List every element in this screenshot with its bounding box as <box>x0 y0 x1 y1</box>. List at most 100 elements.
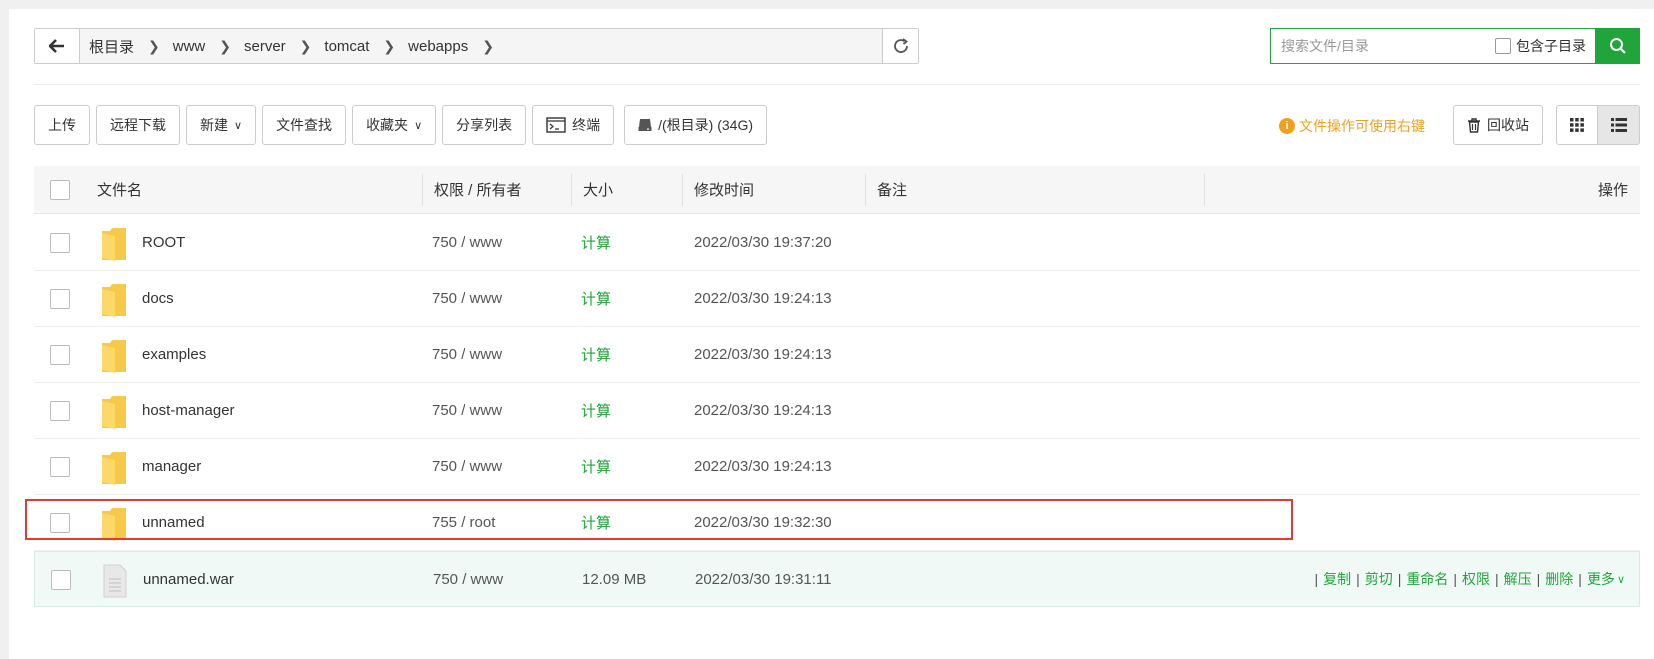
file-size-calc[interactable]: 计算 <box>581 271 611 326</box>
separator: | <box>1314 571 1319 587</box>
breadcrumb-item[interactable]: tomcat <box>324 38 369 55</box>
file-mtime: 2022/03/30 19:37:20 <box>694 234 832 251</box>
file-search-button[interactable]: 文件查找 <box>262 105 347 145</box>
file-name[interactable]: manager <box>142 439 201 494</box>
remote-download-button[interactable]: 远程下载 <box>96 105 180 145</box>
file-name[interactable]: host-manager <box>142 383 235 438</box>
file-mtime: 2022/03/30 19:24:13 <box>694 402 832 419</box>
file-name[interactable]: docs <box>142 271 174 326</box>
refresh-button[interactable] <box>882 29 918 63</box>
separator: | <box>1536 571 1541 587</box>
arrow-left-icon <box>49 39 64 53</box>
row-operations: | 复制 | 剪切 | 重命名 | 权限 | 解压 | 删除 | 更多 ∨ <box>1309 552 1625 606</box>
list-view-button[interactable] <box>1598 105 1640 145</box>
breadcrumb-item[interactable]: webapps <box>408 38 468 55</box>
table-header: 文件名 权限 / 所有者 大小 修改时间 备注 操作 <box>34 166 1640 214</box>
grid-view-button[interactable] <box>1556 105 1598 145</box>
table-row[interactable]: ROOT 750 / www 计算 2022/03/30 19:37:20 <box>34 215 1640 271</box>
row-checkbox[interactable] <box>50 289 70 309</box>
file-size-calc[interactable]: 计算 <box>581 215 611 270</box>
copy-link[interactable]: 复制 <box>1323 569 1351 589</box>
delete-link[interactable]: 删除 <box>1545 569 1573 589</box>
file-search-label: 文件查找 <box>276 117 333 133</box>
new-dropdown-button[interactable]: 新建 ∨ <box>186 105 257 145</box>
favorites-dropdown-button[interactable]: 收藏夹 ∨ <box>352 105 437 145</box>
recycle-label: 回收站 <box>1487 117 1529 133</box>
header-perm[interactable]: 权限 / 所有者 <box>434 166 522 213</box>
column-divider <box>571 174 572 206</box>
breadcrumb-item[interactable]: www <box>173 38 206 55</box>
checkbox[interactable] <box>1495 38 1511 54</box>
extract-link[interactable]: 解压 <box>1504 569 1532 589</box>
select-all-checkbox[interactable] <box>50 180 70 200</box>
recycle-bin-button[interactable]: 回收站 <box>1453 105 1543 145</box>
include-subdir-checkbox[interactable]: 包含子目录 <box>1495 36 1586 56</box>
row-checkbox[interactable] <box>50 457 70 477</box>
upload-button[interactable]: 上传 <box>34 105 90 145</box>
search-button[interactable] <box>1595 28 1640 64</box>
row-checkbox[interactable] <box>50 401 70 421</box>
separator: | <box>1397 571 1402 587</box>
search-box: 包含子目录 <box>1270 28 1640 64</box>
file-name[interactable]: examples <box>142 327 206 382</box>
folder-icon <box>102 396 126 429</box>
terminal-button[interactable]: 终端 <box>532 105 615 145</box>
permission-link[interactable]: 权限 <box>1462 569 1490 589</box>
rename-link[interactable]: 重命名 <box>1406 569 1448 589</box>
chevron-right-icon: ❯ <box>299 37 312 54</box>
header-ops: 操作 <box>1597 182 1628 199</box>
file-permission[interactable]: 750 / www <box>432 215 502 270</box>
row-checkbox[interactable] <box>50 233 70 253</box>
address-bar: 根目录 ❯ www ❯ server ❯ tomcat ❯ webapps ❯ <box>34 28 919 64</box>
file-permission[interactable]: 750 / www <box>432 439 502 494</box>
trash-icon <box>1468 117 1480 133</box>
terminal-icon <box>546 117 566 133</box>
table-row[interactable]: manager 750 / www 计算 2022/03/30 19:24:13 <box>34 439 1640 495</box>
list-icon <box>1610 118 1627 132</box>
breadcrumb-item[interactable]: 根目录 <box>89 36 134 57</box>
tip-text: 文件操作可使用右键 <box>1299 118 1425 134</box>
table-row[interactable]: unnamed.war 750 / www 12.09 MB 2022/03/3… <box>34 551 1640 607</box>
table-row[interactable]: host-manager 750 / www 计算 2022/03/30 19:… <box>34 383 1640 439</box>
folder-icon <box>102 452 126 485</box>
row-checkbox[interactable] <box>51 570 71 590</box>
search-input[interactable] <box>1271 37 1493 55</box>
column-divider <box>865 174 866 206</box>
header-size[interactable]: 大小 <box>583 166 613 213</box>
table-row[interactable]: examples 750 / www 计算 2022/03/30 19:24:1… <box>34 327 1640 383</box>
file-permission[interactable]: 750 / www <box>432 271 502 326</box>
disk-icon <box>638 119 652 131</box>
new-label: 新建 <box>200 117 228 133</box>
file-permission[interactable]: 750 / www <box>433 552 503 606</box>
separator: | <box>1578 571 1582 587</box>
header-mtime[interactable]: 修改时间 <box>694 166 754 213</box>
file-name[interactable]: ROOT <box>142 215 185 270</box>
cut-link[interactable]: 剪切 <box>1365 569 1393 589</box>
separator: | <box>1356 571 1360 587</box>
header-name[interactable]: 文件名 <box>97 166 142 213</box>
folder-icon <box>102 228 126 261</box>
file-permission[interactable]: 750 / www <box>432 383 502 438</box>
upload-label: 上传 <box>48 117 76 133</box>
row-checkbox[interactable] <box>50 345 70 365</box>
file-permission[interactable]: 750 / www <box>432 327 502 382</box>
include-subdir-label: 包含子目录 <box>1516 38 1586 54</box>
breadcrumb-item[interactable]: server <box>244 38 286 55</box>
share-list-button[interactable]: 分享列表 <box>442 105 527 145</box>
table-row[interactable]: docs 750 / www 计算 2022/03/30 19:24:13 <box>34 271 1640 327</box>
refresh-icon <box>893 38 908 53</box>
separator: | <box>1495 571 1499 587</box>
disk-button[interactable]: /(根目录) (34G) <box>624 105 768 145</box>
file-size: 12.09 MB <box>582 570 647 588</box>
file-size-calc[interactable]: 计算 <box>581 383 611 438</box>
chevron-down-icon: ∨ <box>234 119 243 132</box>
file-name[interactable]: unnamed.war <box>143 552 234 606</box>
back-button[interactable] <box>35 29 80 63</box>
divider <box>34 84 1640 85</box>
highlight-box <box>25 499 1293 540</box>
chevron-down-icon: ∨ <box>414 119 423 132</box>
folder-icon <box>102 284 126 317</box>
file-size-calc[interactable]: 计算 <box>581 327 611 382</box>
more-link[interactable]: 更多 <box>1587 569 1615 589</box>
file-size-calc[interactable]: 计算 <box>581 439 611 494</box>
